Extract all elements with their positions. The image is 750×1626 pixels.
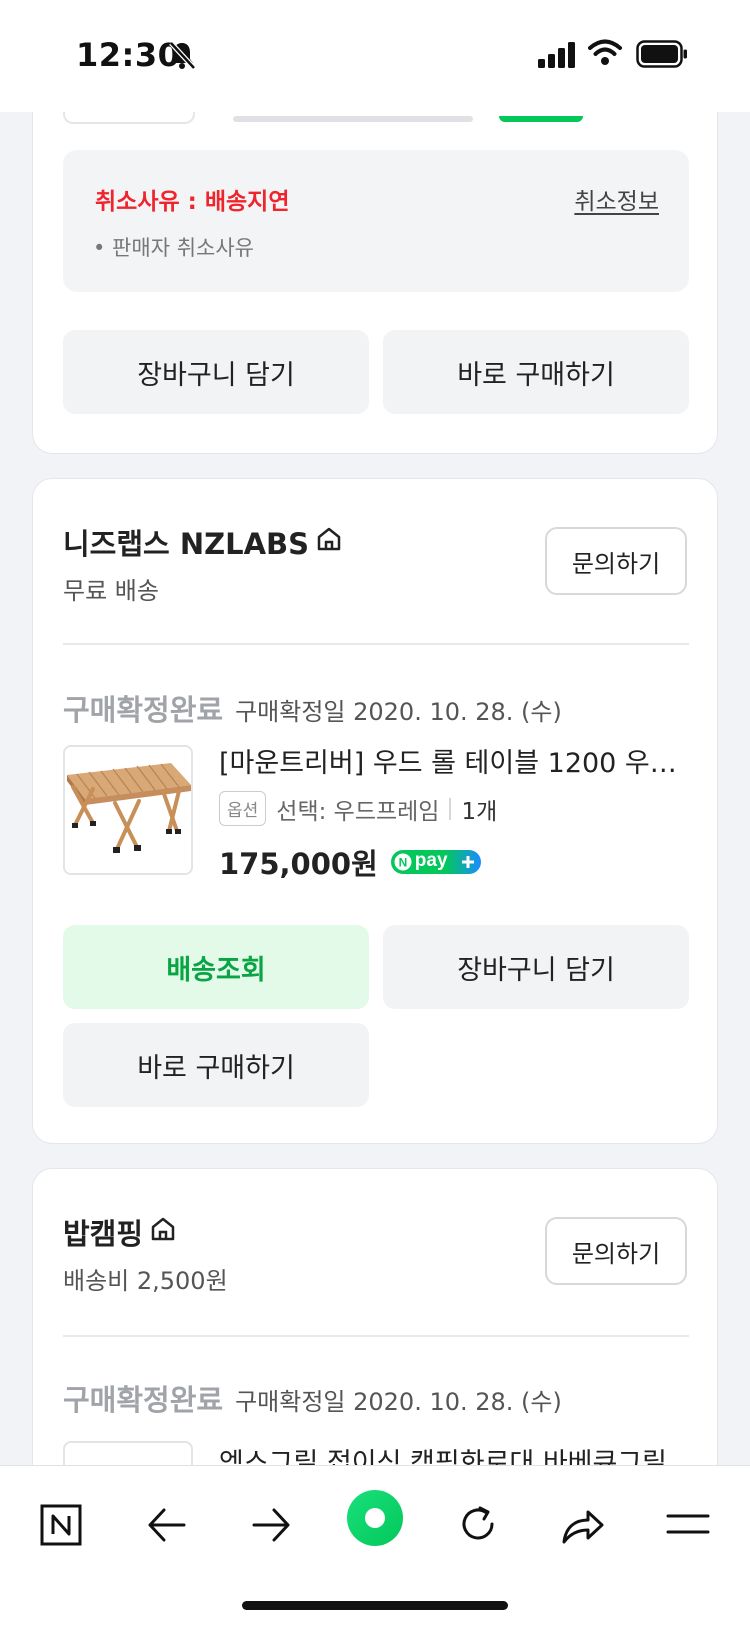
inquire-button[interactable]: 문의하기 (545, 527, 687, 595)
product-thumbnail[interactable] (63, 745, 193, 875)
option-separator (449, 797, 452, 820)
green-dot-home-icon[interactable] (346, 1489, 404, 1551)
npay-plus-badge: N pay (390, 849, 482, 875)
share-icon[interactable] (560, 1504, 606, 1550)
product-title[interactable]: [마운트리버] 우드 롤 테이블 1200 우드프레임 (219, 741, 689, 780)
browser-bottom-bar (0, 1465, 750, 1626)
add-to-cart-button[interactable]: 장바구니 담기 (63, 330, 369, 414)
status-bar: 12:30 (0, 0, 750, 112)
order-status: 구매확정완료 구매확정일 2020. 10. 28. (수) (63, 1377, 562, 1419)
order-card-cancelled: 취소사유 : 배송지연 취소정보 • 판매자 취소사유 장바구니 담기 바로 구… (32, 80, 718, 454)
seller-name[interactable]: 밥캠핑 (63, 1211, 177, 1253)
divider (63, 643, 689, 645)
npay-label: pay (414, 850, 448, 871)
option-quantity: 1개 (461, 798, 498, 825)
product-price: 175,000원 (219, 847, 378, 881)
seller-name[interactable]: 니즈랩스 NZLABS (63, 521, 343, 563)
cancel-reason-box: 취소사유 : 배송지연 취소정보 • 판매자 취소사유 (63, 150, 689, 292)
product-thumbnail-partial (63, 112, 195, 124)
cancel-reason: 취소사유 : 배송지연 (95, 189, 290, 215)
product-price-row: 175,000원 N pay (219, 841, 482, 883)
home-indicator[interactable] (242, 1601, 508, 1610)
divider (63, 1335, 689, 1337)
buy-now-button[interactable]: 바로 구매하기 (63, 1023, 369, 1107)
status-label: 구매확정완료 (63, 693, 224, 727)
svg-text:N: N (398, 856, 407, 870)
cancel-info-link[interactable]: 취소정보 (574, 182, 659, 216)
bell-muted-icon (168, 40, 196, 74)
signal-icon (538, 42, 576, 72)
add-to-cart-button[interactable]: 장바구니 담기 (383, 925, 689, 1009)
product-text-partial (233, 116, 473, 122)
store-home-icon (315, 525, 343, 560)
seller-name-text: 밥캠핑 (63, 1217, 144, 1251)
confirm-date: 구매확정일 2020. 10. 28. (수) (235, 1388, 562, 1416)
option-text: 선택: 우드프레임 (276, 798, 440, 825)
refresh-icon[interactable] (456, 1502, 500, 1550)
status-label: 구매확정완료 (63, 1383, 224, 1417)
store-home-icon (149, 1215, 177, 1250)
battery-icon (636, 40, 688, 72)
cancel-sub-reason: • 판매자 취소사유 (93, 236, 254, 260)
wifi-icon (588, 38, 622, 70)
order-card-nzlabs: 니즈랩스 NZLABS 무료 배송 문의하기 구매확정완료 구매확정일 2020… (32, 478, 718, 1144)
shipping-info: 무료 배송 (63, 577, 159, 605)
confirm-date: 구매확정일 2020. 10. 28. (수) (235, 698, 562, 726)
buy-now-button[interactable]: 바로 구매하기 (383, 330, 689, 414)
forward-arrow-icon[interactable] (250, 1506, 292, 1548)
order-status: 구매확정완료 구매확정일 2020. 10. 28. (수) (63, 687, 562, 729)
shipping-info: 배송비 2,500원 (63, 1267, 228, 1295)
status-time: 12:30 (76, 36, 181, 74)
product-option: 옵션 선택: 우드프레임 1개 (219, 791, 497, 826)
menu-icon[interactable] (666, 1512, 710, 1542)
back-arrow-icon[interactable] (146, 1506, 188, 1548)
option-badge: 옵션 (219, 791, 267, 826)
naver-home-icon[interactable] (40, 1504, 82, 1550)
seller-name-text: 니즈랩스 NZLABS (63, 527, 310, 561)
track-delivery-button[interactable]: 배송조회 (63, 925, 369, 1009)
npay-badge-partial (499, 116, 583, 122)
inquire-button[interactable]: 문의하기 (545, 1217, 687, 1285)
